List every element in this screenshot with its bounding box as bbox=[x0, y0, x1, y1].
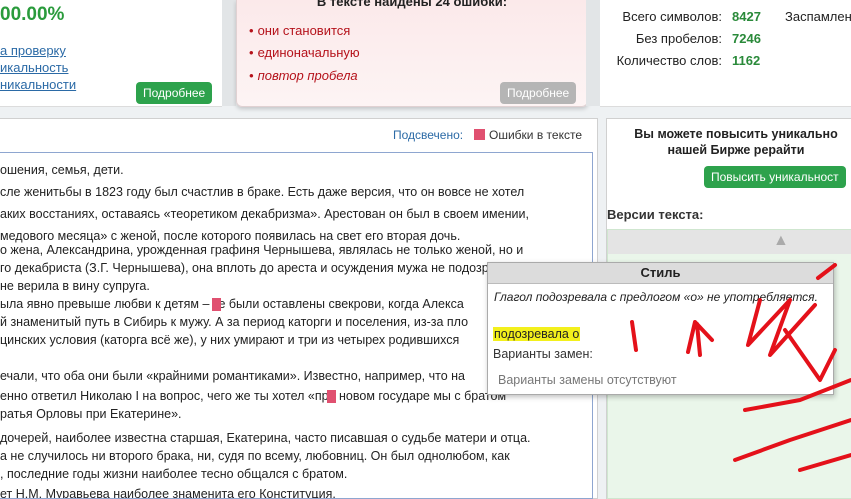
error-item[interactable]: • они становится bbox=[249, 23, 350, 38]
text-line: ечали, что оба они были «крайними романт… bbox=[0, 369, 465, 383]
error-marker[interactable] bbox=[212, 298, 221, 311]
popup-no-replacements: Варианты замены отсутствуют bbox=[498, 373, 677, 387]
stat-value-words: 1162 bbox=[732, 53, 761, 68]
stat-label-spam: Заспамлен bbox=[785, 9, 851, 24]
text-line: енно ответил Николаю I на вопрос, чего ж… bbox=[0, 389, 507, 403]
text-line: ет Н.М. Муравьева наиболее знаменита его… bbox=[0, 487, 336, 499]
stat-label-chars: Всего символов: bbox=[622, 9, 722, 24]
text-line: а не случилось ни второго брака, ни, суд… bbox=[0, 449, 510, 463]
increase-uniqueness-button[interactable]: Повысить уникальност bbox=[704, 166, 846, 188]
text-line: ыла явно превыше любви к детям – те были… bbox=[0, 297, 464, 311]
text-line: сле женитьбы в 1823 году был счастлив в … bbox=[0, 185, 525, 199]
popup-message: Глагол подозревала с предлогом «о» не уп… bbox=[494, 290, 818, 304]
versions-title: Версии текста: bbox=[607, 207, 704, 222]
error-item[interactable]: • единоначальную bbox=[249, 45, 360, 60]
text-line: о жена, Александрина, урожденная графиня… bbox=[0, 243, 524, 257]
text-line: ошения, семья, дети. bbox=[0, 163, 124, 177]
text-line: не верила в вину супруга. bbox=[0, 279, 150, 293]
errors-title: В тексте найдены 24 ошибки: bbox=[316, 0, 508, 9]
error-marker[interactable] bbox=[327, 390, 336, 403]
popup-phrase: подозревала о bbox=[493, 327, 581, 341]
stat-value-no-spaces: 7246 bbox=[732, 31, 761, 46]
panel-gap bbox=[586, 0, 600, 106]
rewrite-promo-title: Вы можете повысить уникально нашей Бирже… bbox=[634, 127, 838, 157]
text-line: й знаменитый путь в Сибирь к мужу. А за … bbox=[0, 315, 469, 329]
text-line: дочерей, наиболее известна старшая, Екат… bbox=[0, 431, 531, 445]
text-line: го декабриста (З.Г. Чернышева), она впло… bbox=[0, 261, 534, 275]
text-line: ратья Орловы при Екатерине». bbox=[0, 407, 182, 421]
panel-gap bbox=[222, 0, 236, 106]
text-line: цинских условия (каторга всё же), у них … bbox=[0, 333, 460, 347]
uniqueness-link[interactable]: икальность bbox=[0, 60, 68, 75]
error-legend-swatch bbox=[474, 129, 485, 140]
stats-panel: Всего символов: 8427 Без пробелов: 7246 … bbox=[600, 0, 851, 107]
errors-panel: В тексте найдены 24 ошибки: • они станови… bbox=[236, 0, 588, 107]
uniqueness-panel: 00.00% а проверку икальность никальности… bbox=[0, 0, 222, 107]
highlight-label: Подсвечено: bbox=[393, 128, 464, 142]
popup-replacements-label: Варианты замен: bbox=[493, 347, 593, 361]
popup-title: Стиль bbox=[488, 263, 833, 284]
stat-label-no-spaces: Без пробелов: bbox=[635, 31, 722, 46]
uniqueness-info-link[interactable]: никальности bbox=[0, 77, 76, 92]
style-suggestion-popup: Стиль Глагол подозревала с предлогом «о»… bbox=[487, 262, 834, 395]
error-item[interactable]: • повтор пробела bbox=[249, 68, 358, 83]
stat-value-chars: 8427 bbox=[732, 9, 761, 24]
recheck-link[interactable]: а проверку bbox=[0, 43, 66, 58]
text-line: аких восстаниях, оставаясь «теоретиком д… bbox=[0, 207, 529, 221]
stat-label-words: Количество слов: bbox=[616, 53, 722, 68]
uniqueness-details-button[interactable]: Подробнее bbox=[136, 82, 213, 104]
chevron-up-icon[interactable]: ▲ bbox=[773, 232, 789, 250]
error-legend-label: Ошибки в тексте bbox=[489, 128, 582, 142]
versions-scroll-up[interactable] bbox=[608, 230, 851, 254]
uniqueness-percent: 00.00% bbox=[0, 4, 65, 25]
errors-details-button[interactable]: Подробнее bbox=[500, 82, 577, 104]
text-line: , последние годы жизни наиболее тесно об… bbox=[0, 467, 348, 481]
